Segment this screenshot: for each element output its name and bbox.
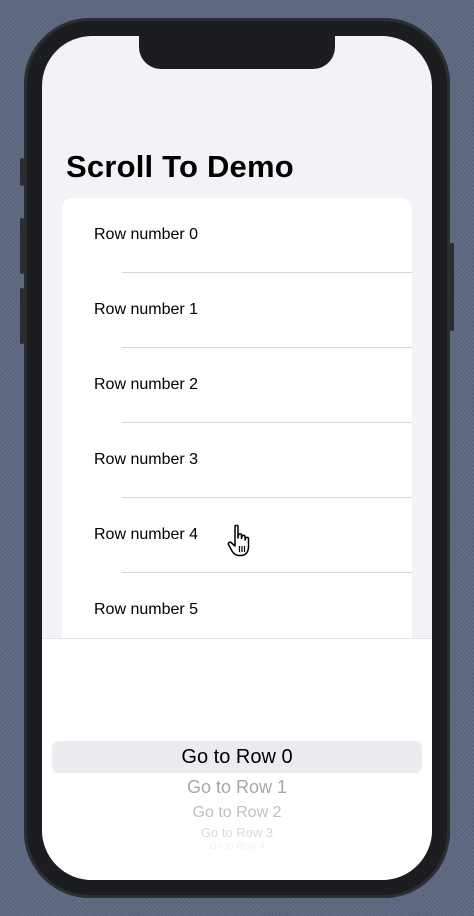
row-label: Row number 3 — [94, 451, 199, 468]
picker-option[interactable]: Go to Row 1 — [42, 777, 432, 798]
row-label: Row number 1 — [94, 301, 199, 318]
power-button — [450, 243, 454, 331]
list-row-1[interactable]: Row number 1 — [62, 273, 412, 348]
pointing-hand-cursor-icon — [227, 524, 257, 560]
app-screen: Scroll To Demo Row number 0 Row number 1… — [42, 36, 432, 880]
picker-option-selected[interactable]: Go to Row 0 — [42, 746, 432, 769]
row-label: Row number 4 — [94, 526, 199, 543]
row-label: Row number 0 — [94, 226, 199, 243]
device-frame: Scroll To Demo Row number 0 Row number 1… — [20, 18, 454, 898]
picker-option[interactable]: Go to Row 3 — [42, 825, 432, 840]
picker-option[interactable]: Go to Row 2 — [42, 804, 432, 822]
list-row-3[interactable]: Row number 3 — [62, 423, 412, 498]
page-title: Scroll To Demo — [66, 149, 294, 184]
row-list[interactable]: Row number 0 Row number 1 Row number 2 R… — [62, 198, 412, 658]
picker-option[interactable]: Go to Row 4 — [42, 841, 432, 852]
row-picker-panel: Go to Row 0 Go to Row 1 Go to Row 2 Go t… — [42, 638, 432, 880]
row-label: Row number 2 — [94, 376, 199, 393]
list-row-2[interactable]: Row number 2 — [62, 348, 412, 423]
row-label: Row number 5 — [94, 601, 199, 618]
volume-down-button — [20, 288, 24, 344]
list-row-5[interactable]: Row number 5 — [62, 573, 412, 648]
volume-up-button — [20, 218, 24, 274]
action-button — [20, 158, 24, 186]
list-row-0[interactable]: Row number 0 — [62, 198, 412, 273]
notch — [139, 36, 335, 69]
